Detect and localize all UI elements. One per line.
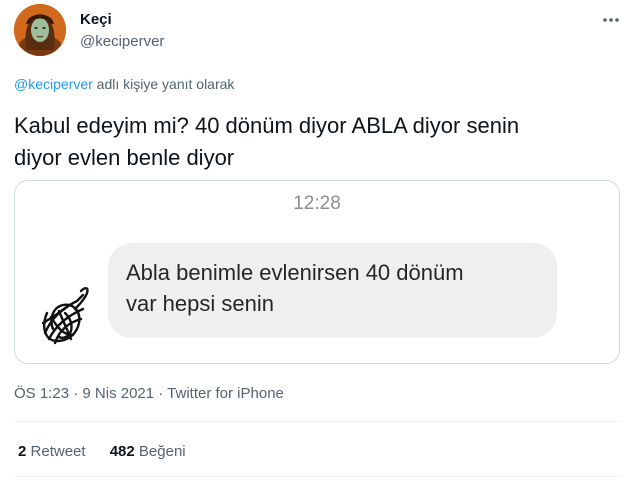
tweet-header: Keçi @keciperver [14, 4, 621, 56]
author-name[interactable]: Keçi [80, 11, 112, 28]
avatar[interactable] [14, 4, 66, 56]
tweet-date-link[interactable]: 9 Nis 2021 [82, 385, 154, 402]
meta-separator: · [154, 385, 168, 402]
meta-separator: · [69, 385, 83, 402]
scribbled-avatar-icon [37, 283, 93, 345]
likes-stat[interactable]: 482 Beğeni [110, 443, 186, 460]
attached-screenshot[interactable]: 12:28 Abla benimle evlenirsen 40 dönüm v… [14, 180, 620, 364]
likes-count: 482 [109, 443, 135, 460]
author-handle[interactable]: @keciperver [80, 33, 164, 50]
tweet-meta: ÖS 1:23 · 9 Nis 2021 · Twitter for iPhon… [14, 385, 284, 402]
message-line: Abla benimle evlenirsen 40 dönüm [126, 260, 464, 285]
more-options-icon[interactable] [601, 10, 621, 30]
likes-label: Beğeni [138, 443, 186, 460]
message-bubble: Abla benimle evlenirsen 40 dönüm var hep… [108, 243, 557, 338]
divider [14, 421, 621, 422]
retweets-stat[interactable]: 2 Retweet [18, 443, 86, 460]
tweet-text-line: Kabul edeyim mi? 40 dönüm diyor ABLA diy… [14, 113, 520, 138]
divider [14, 476, 621, 477]
reply-context-label: adlı kişiye yanıt olarak [92, 76, 235, 92]
retweets-label: Retweet [30, 443, 86, 460]
avatar-photo-icon [14, 4, 66, 56]
tweet-text-line: diyor evlen benle diyor [14, 145, 235, 170]
tweet-time-link[interactable]: ÖS 1:23 [14, 385, 69, 402]
tweet-source-link[interactable]: Twitter for iPhone [167, 385, 284, 402]
message-line: var hepsi senin [126, 291, 274, 316]
tweet-stats: 2 Retweet 482 Beğeni [18, 443, 206, 460]
chat-timestamp: 12:28 [293, 193, 341, 214]
tweet-text: Kabul edeyim mi? 40 dönüm diyor ABLA diy… [14, 110, 614, 174]
reply-mention-link[interactable]: @keciperver [14, 76, 93, 92]
retweets-count: 2 [18, 443, 27, 460]
reply-context: @keciperver adlı kişiye yanıt olarak [14, 76, 234, 92]
